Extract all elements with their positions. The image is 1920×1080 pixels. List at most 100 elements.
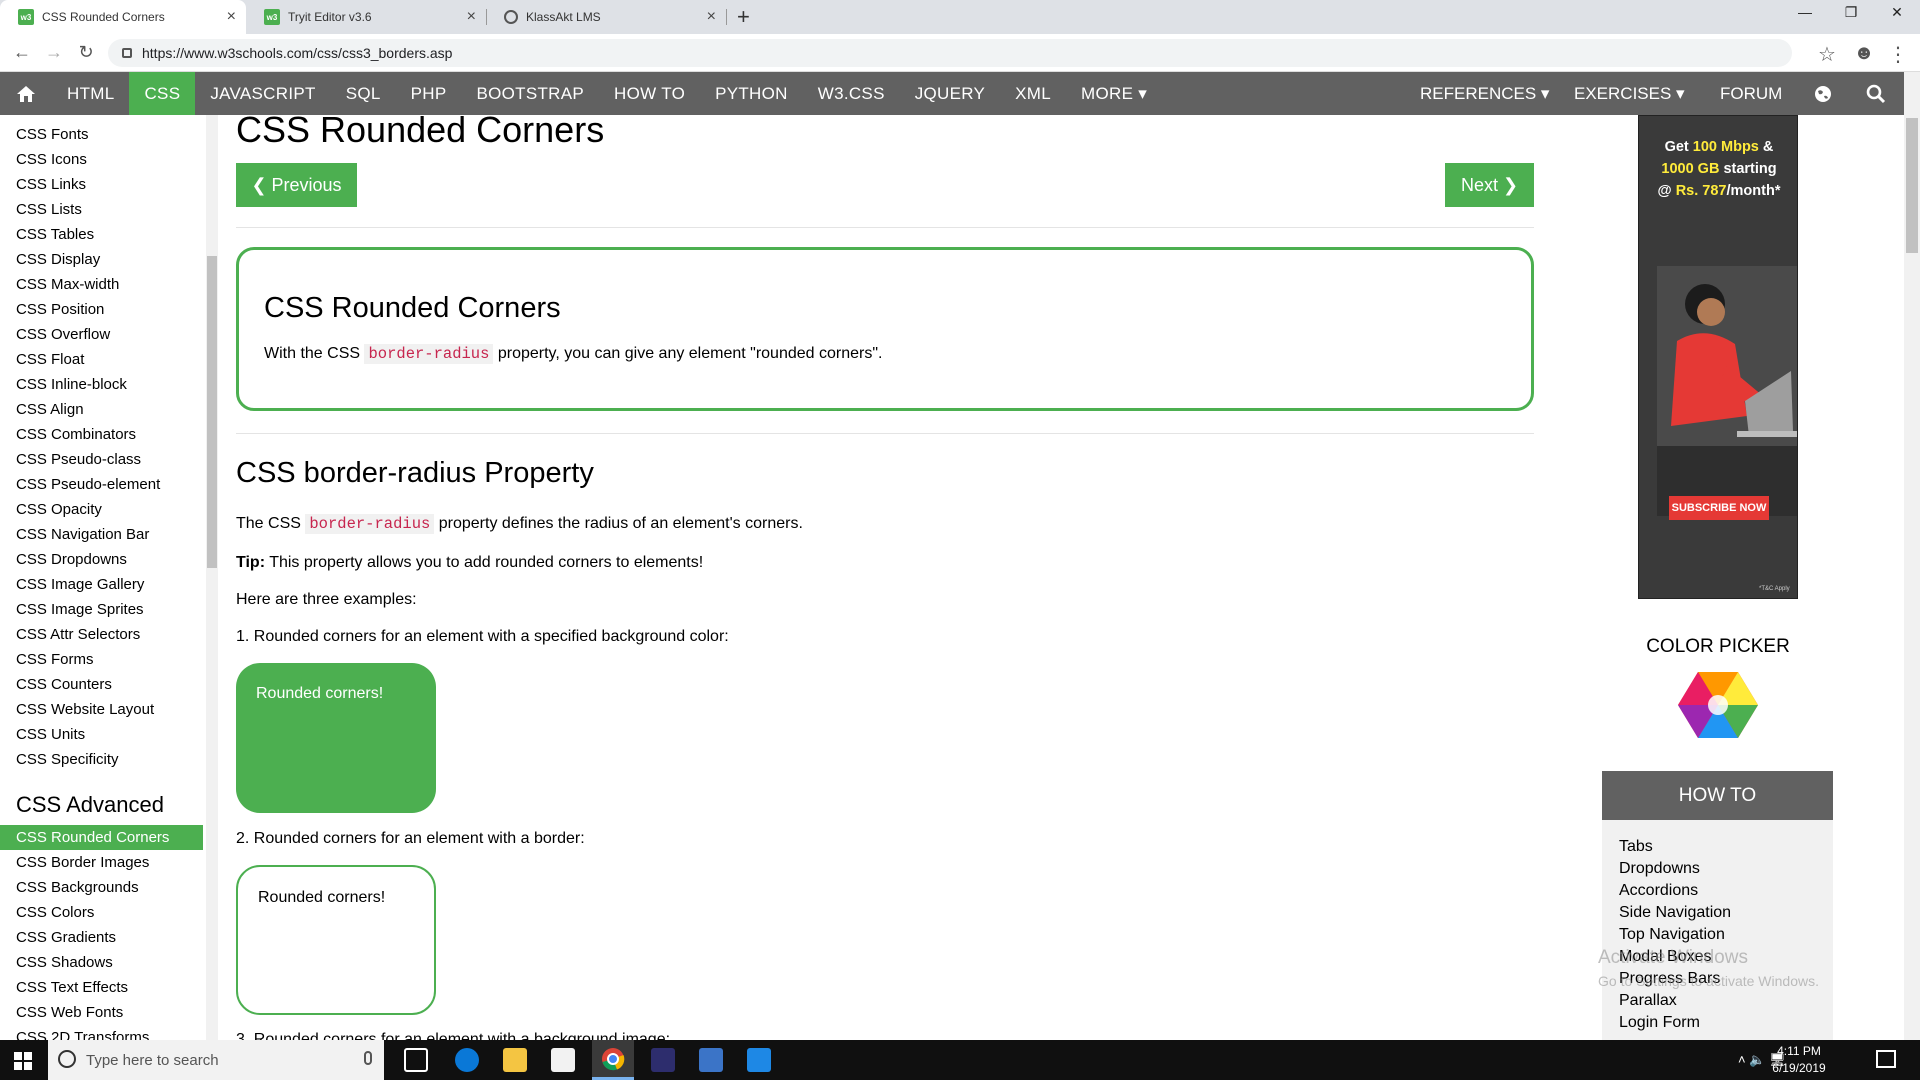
sidebar-item[interactable]: CSS Specificity <box>0 747 203 772</box>
sidebar-item[interactable]: CSS Dropdowns <box>0 547 203 572</box>
sidebar-item[interactable]: CSS Gradients <box>0 925 203 950</box>
sidebar-item[interactable]: CSS Web Fonts <box>0 1000 203 1025</box>
close-icon[interactable]: × <box>227 8 236 26</box>
subscribe-now-button[interactable]: SUBSCRIBE NOW <box>1669 496 1769 520</box>
sidebar-item[interactable]: CSS Fonts <box>0 122 203 147</box>
sidebar-item[interactable]: CSS Shadows <box>0 950 203 975</box>
nav-exercises[interactable]: EXERCISES ▾ <box>1574 72 1685 115</box>
file-explorer-icon[interactable] <box>503 1048 527 1072</box>
sidebar-item[interactable]: CSS Colors <box>0 900 203 925</box>
sidebar-item[interactable]: CSS Display <box>0 247 203 272</box>
howto-link[interactable]: Top Navigation <box>1619 926 1725 944</box>
tab-label: CSS Rounded Corners <box>42 10 165 24</box>
sidebar-item[interactable]: CSS Image Sprites <box>0 597 203 622</box>
nav-forum[interactable]: FORUM <box>1720 72 1782 115</box>
ad-text: Get <box>1664 139 1693 155</box>
edge-icon[interactable] <box>455 1048 479 1072</box>
sidebar-item-active[interactable]: CSS Rounded Corners <box>0 825 203 850</box>
eclipse-icon[interactable] <box>651 1048 675 1072</box>
home-icon[interactable] <box>0 72 52 115</box>
nav-more[interactable]: MORE ▾ <box>1066 72 1162 115</box>
forward-icon[interactable]: → <box>42 42 66 63</box>
document-icon[interactable] <box>699 1048 723 1072</box>
sidebar-item[interactable]: CSS Attr Selectors <box>0 622 203 647</box>
sidebar-item[interactable]: CSS Lists <box>0 197 203 222</box>
tab-label: KlassAkt LMS <box>526 10 601 24</box>
nav-css[interactable]: CSS <box>129 72 196 115</box>
minimize-icon[interactable]: — <box>1782 4 1828 20</box>
howto-link[interactable]: Accordions <box>1619 882 1698 900</box>
page-scrollbar-thumb[interactable] <box>1906 118 1918 253</box>
close-icon[interactable]: × <box>467 8 476 26</box>
nav-xml[interactable]: XML <box>1000 72 1066 115</box>
sidebar-item[interactable]: CSS Pseudo-class <box>0 447 203 472</box>
tab-tryit-editor[interactable]: w3 Tryit Editor v3.6 × <box>246 0 486 34</box>
color-picker-icon[interactable] <box>1678 670 1758 740</box>
sidebar-item[interactable]: CSS Website Layout <box>0 697 203 722</box>
nav-references[interactable]: REFERENCES ▾ <box>1420 72 1549 115</box>
sidebar-item[interactable]: CSS Combinators <box>0 422 203 447</box>
advertisement-banner[interactable]: Get 100 Mbps & 1000 GB starting @ Rs. 78… <box>1638 115 1798 599</box>
taskbar-search-box[interactable]: Type here to search <box>48 1040 384 1080</box>
sidebar-item[interactable]: CSS Align <box>0 397 203 422</box>
taskbar-clock[interactable]: 4:11 PM 6/19/2019 <box>1764 1043 1834 1077</box>
next-button[interactable]: Next ❯ <box>1445 163 1534 207</box>
tab-css-rounded-corners[interactable]: w3 CSS Rounded Corners × <box>0 0 246 34</box>
menu-kebab-icon[interactable]: ⋮ <box>1886 42 1910 67</box>
tab-klassakt-lms[interactable]: KlassAkt LMS × <box>486 0 726 34</box>
sidebar-item[interactable]: CSS Counters <box>0 672 203 697</box>
profile-icon[interactable]: ☻ <box>1852 42 1876 65</box>
search-icon[interactable] <box>1866 72 1886 115</box>
previous-button[interactable]: ❮ Previous <box>236 163 357 207</box>
nav-w3css[interactable]: W3.CSS <box>803 72 900 115</box>
sidebar-item[interactable]: CSS Icons <box>0 147 203 172</box>
sidebar-item[interactable]: CSS Forms <box>0 647 203 672</box>
tab-separator <box>726 9 727 25</box>
sidebar-item[interactable]: CSS Navigation Bar <box>0 522 203 547</box>
sidebar-item[interactable]: CSS Text Effects <box>0 975 203 1000</box>
sidebar-item[interactable]: CSS Overflow <box>0 322 203 347</box>
sidebar-item[interactable]: CSS Position <box>0 297 203 322</box>
nav-jquery[interactable]: JQUERY <box>900 72 1000 115</box>
sidebar-section-heading: CSS Advanced <box>16 792 164 817</box>
sidebar-item[interactable]: CSS Opacity <box>0 497 203 522</box>
howto-link[interactable]: Parallax <box>1619 992 1677 1010</box>
globe-icon[interactable] <box>1814 72 1832 115</box>
sidebar-item[interactable]: CSS Inline-block <box>0 372 203 397</box>
new-tab-button[interactable]: + <box>737 4 750 30</box>
nav-html[interactable]: HTML <box>52 72 129 115</box>
sidebar-item[interactable]: CSS Float <box>0 347 203 372</box>
nav-python[interactable]: PYTHON <box>700 72 803 115</box>
sidebar-item[interactable]: CSS 2D Transforms <box>0 1025 203 1040</box>
vscode-icon[interactable] <box>747 1048 771 1072</box>
howto-link[interactable]: Side Navigation <box>1619 904 1731 922</box>
task-view-icon[interactable] <box>404 1048 428 1072</box>
sidebar-scrollbar[interactable] <box>206 115 218 1040</box>
w3schools-icon: w3 <box>264 9 280 25</box>
sidebar-item[interactable]: CSS Image Gallery <box>0 572 203 597</box>
restore-icon[interactable]: ❐ <box>1828 4 1874 21</box>
howto-link[interactable]: Login Form <box>1619 1014 1700 1032</box>
windows-start-icon[interactable] <box>14 1052 32 1070</box>
howto-link[interactable]: Dropdowns <box>1619 860 1700 878</box>
store-icon[interactable] <box>551 1048 575 1072</box>
sidebar-item[interactable]: CSS Units <box>0 722 203 747</box>
sidebar-item[interactable]: CSS Backgrounds <box>0 875 203 900</box>
sidebar-item[interactable]: CSS Border Images <box>0 850 203 875</box>
reload-icon[interactable]: ↻ <box>74 42 98 63</box>
sidebar-scrollbar-thumb[interactable] <box>207 256 217 568</box>
nav-how-to[interactable]: HOW TO <box>599 72 700 115</box>
howto-link[interactable]: Tabs <box>1619 838 1653 856</box>
sidebar-item[interactable]: CSS Tables <box>0 222 203 247</box>
chrome-taskbar-button[interactable] <box>592 1040 634 1080</box>
window-close-icon[interactable]: ✕ <box>1874 4 1920 21</box>
sidebar-item[interactable]: CSS Pseudo-element <box>0 472 203 497</box>
back-icon[interactable]: ← <box>10 42 34 63</box>
close-icon[interactable]: × <box>707 8 716 26</box>
address-bar[interactable]: https://www.w3schools.com/css/css3_borde… <box>108 39 1792 67</box>
sidebar-item[interactable]: CSS Max-width <box>0 272 203 297</box>
bookmark-star-icon[interactable]: ☆ <box>1815 42 1839 67</box>
notifications-icon[interactable] <box>1876 1050 1896 1068</box>
sidebar-item[interactable]: CSS Links <box>0 172 203 197</box>
microphone-icon[interactable] <box>364 1051 372 1065</box>
